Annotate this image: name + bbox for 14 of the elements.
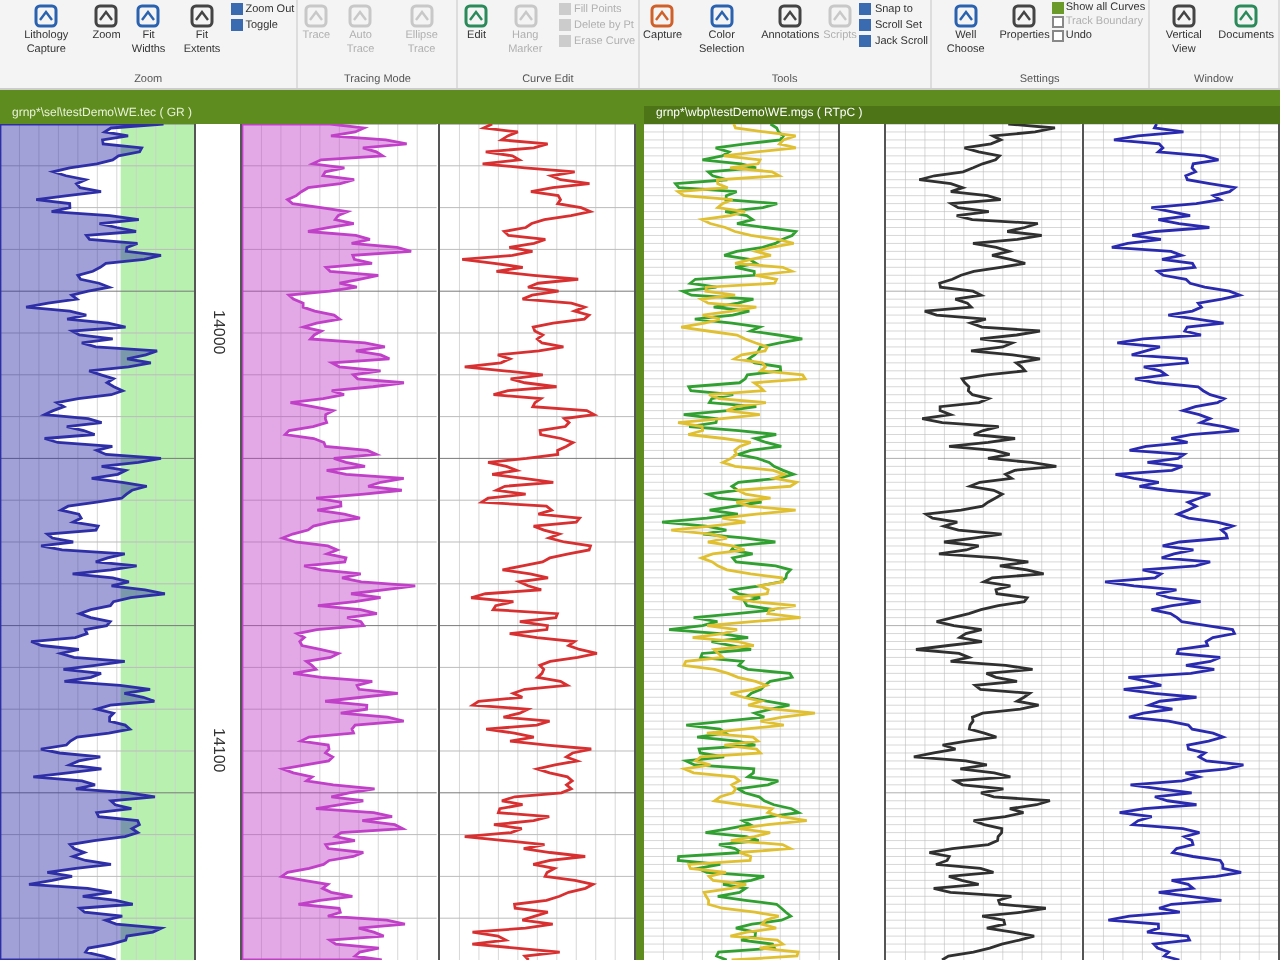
toolbar-icon [92, 2, 121, 30]
toolbar-icon [707, 2, 736, 30]
toolbar-icon [1232, 2, 1261, 30]
toolbar-icon [1169, 2, 1198, 30]
toolbar-icon [648, 2, 677, 30]
toolbar-icon [776, 2, 805, 30]
toolbar-icon [187, 2, 216, 30]
toolbar-icon [134, 2, 163, 30]
depth-label: 14000 [209, 310, 228, 356]
depth-label: 14100 [209, 728, 228, 774]
toolbar-icon [32, 2, 61, 30]
toolbar-icon [951, 2, 980, 30]
toolbar-icon [462, 2, 491, 30]
toolbar-icon [1010, 2, 1039, 30]
